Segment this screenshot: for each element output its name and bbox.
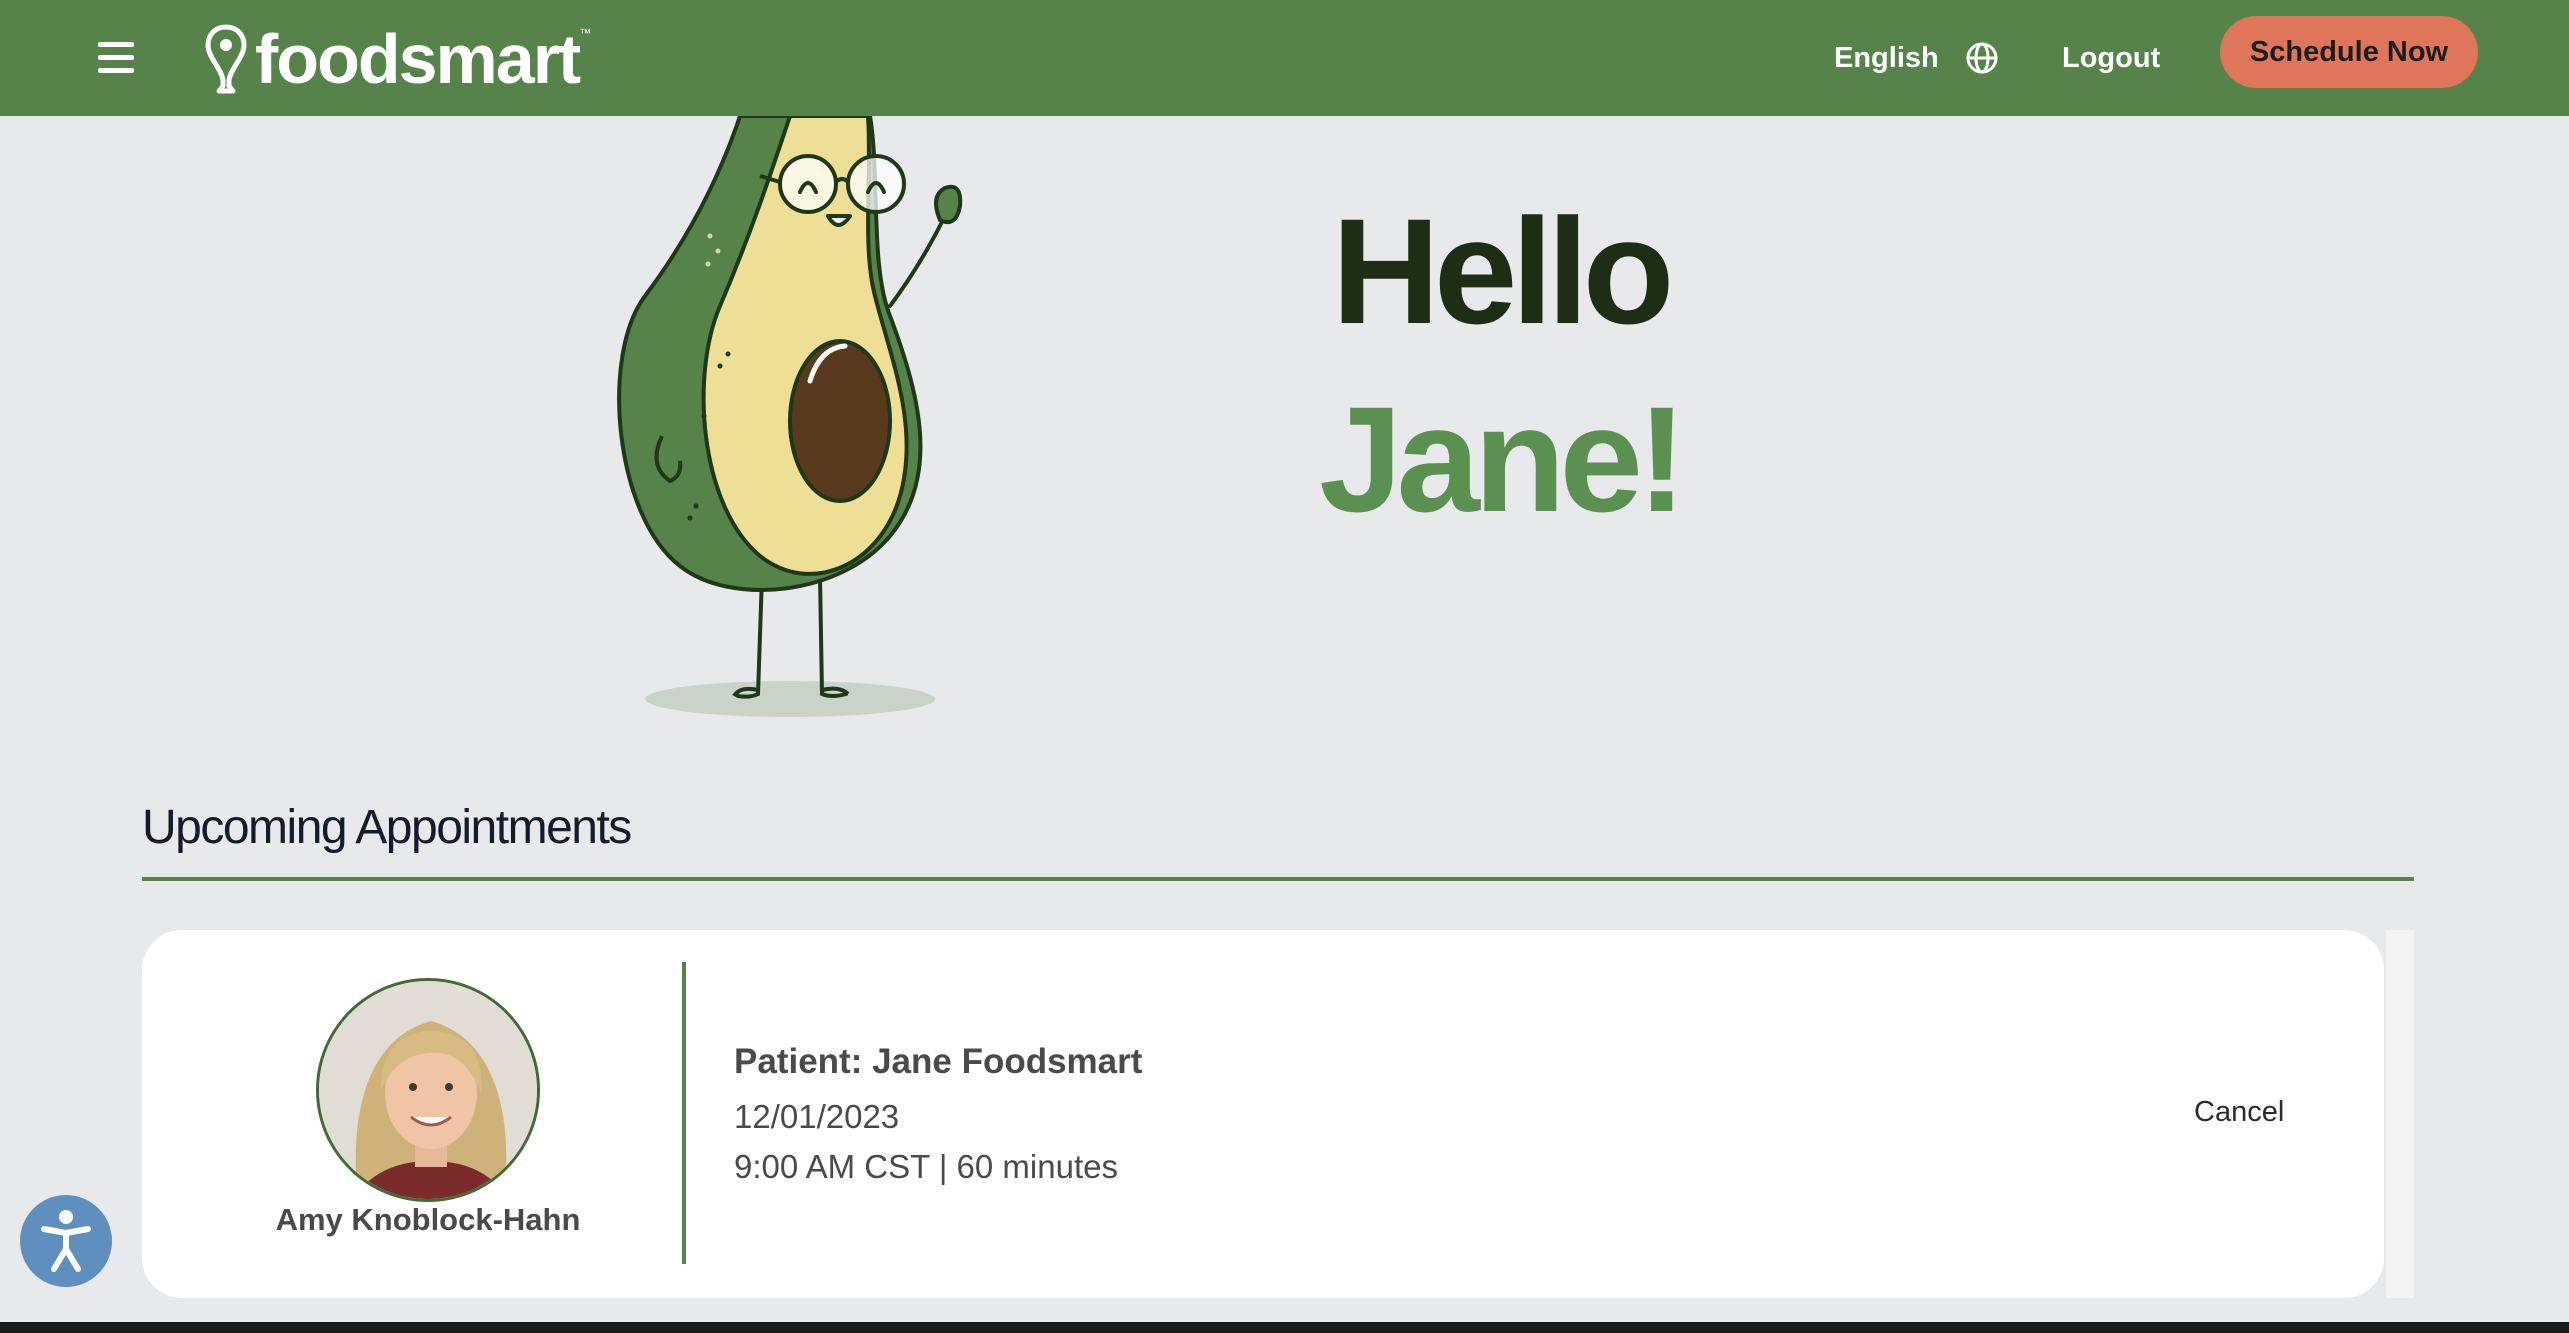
language-label: English	[1834, 41, 1939, 74]
patient-name: Patient: Jane Foodsmart	[734, 1042, 1143, 1081]
appointment-card: Amy Knoblock-Hahn Patient: Jane Foodsmar…	[142, 930, 2384, 1298]
top-navbar: foodsmart ™ English Logout Schedule Now	[0, 0, 2569, 116]
brand-name: foodsmart	[255, 20, 581, 98]
avocado-mascot-illustration	[617, 116, 963, 717]
foodsmart-logo[interactable]: foodsmart ™	[205, 14, 591, 104]
coach-photo	[319, 981, 537, 1199]
language-selector[interactable]: English	[1834, 30, 1999, 86]
brand-trademark: ™	[579, 26, 592, 40]
schedule-now-button[interactable]: Schedule Now	[2220, 16, 2478, 88]
card-edge	[2386, 930, 2414, 1298]
coach-name: Amy Knoblock-Hahn	[275, 1202, 581, 1237]
window-bottom-edge	[0, 1322, 2569, 1333]
appointment-time: 9:00 AM CST | 60 minutes	[734, 1148, 1118, 1185]
location-pin-icon	[205, 24, 247, 94]
coach-avatar	[316, 978, 540, 1202]
logout-link[interactable]: Logout	[2062, 30, 2160, 86]
accessibility-icon	[41, 1210, 91, 1272]
upcoming-appointments-heading: Upcoming Appointments	[142, 801, 632, 854]
hero-greeting: Hello	[1331, 187, 1675, 355]
cancel-appointment-button[interactable]: Cancel	[2194, 1096, 2284, 1129]
card-divider	[682, 962, 686, 1264]
globe-icon	[1966, 42, 1998, 74]
hero-user-name: Jane!	[1319, 375, 1687, 543]
section-divider	[142, 877, 2414, 881]
accessibility-button[interactable]	[20, 1195, 112, 1287]
hamburger-menu-icon[interactable]	[92, 34, 140, 82]
appointment-date: 12/01/2023	[734, 1098, 900, 1135]
